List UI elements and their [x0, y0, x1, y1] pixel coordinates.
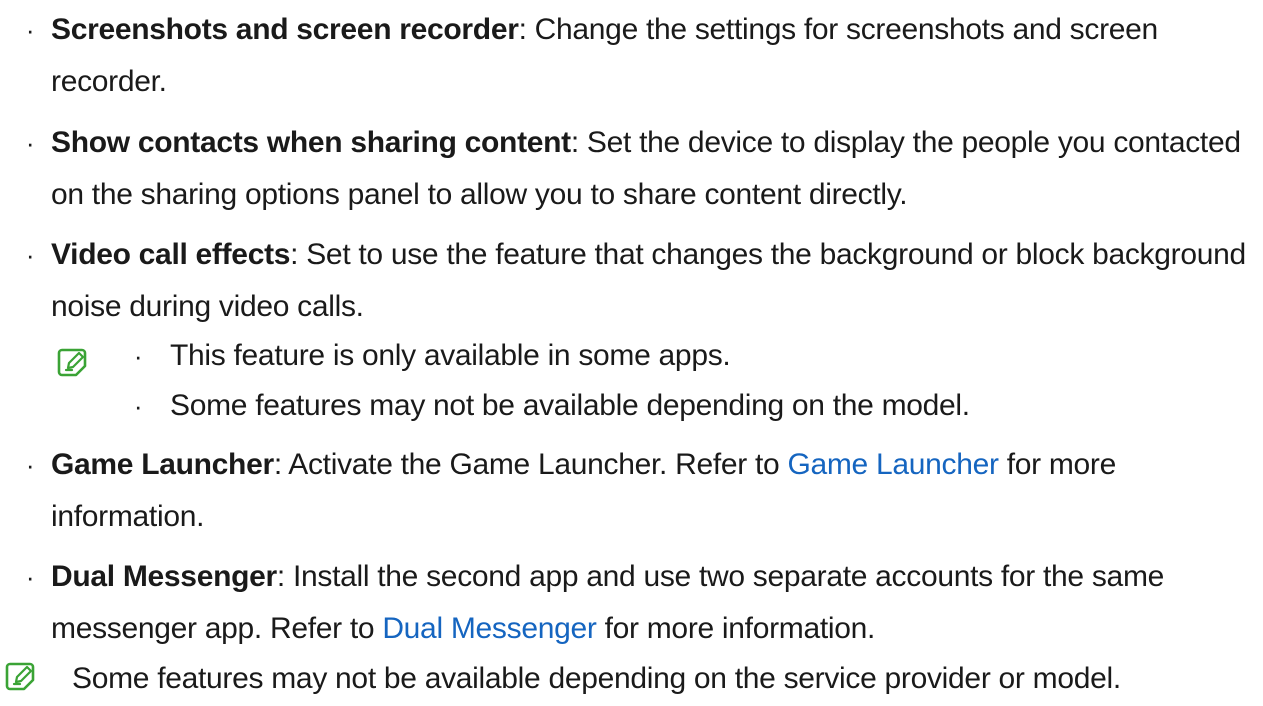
list-item-show-contacts: · Show contacts when sharing content: Se…	[20, 117, 1250, 221]
list-item-content: Dual Messenger: Install the second app a…	[51, 551, 1250, 655]
item-term: Screenshots and screen recorder	[51, 13, 519, 46]
list-item-screenshots: · Screenshots and screen recorder: Chang…	[20, 4, 1250, 108]
item-text: for more information.	[596, 612, 876, 645]
bullet: ·	[25, 240, 35, 270]
list-item-video-call-effects: · Video call effects: Set to use the fea…	[20, 229, 1250, 333]
list-item-dual-messenger: · Dual Messenger: Install the second app…	[20, 551, 1250, 655]
bullet: ·	[25, 15, 35, 45]
bullet: ·	[25, 128, 35, 158]
list-item-content: Screenshots and screen recorder: Change …	[51, 4, 1250, 108]
document-page: · Screenshots and screen recorder: Chang…	[0, 0, 1263, 706]
note-item-text: Some features may not be available depen…	[170, 389, 970, 422]
bullet: ·	[25, 562, 35, 592]
game-launcher-link[interactable]: Game Launcher	[787, 448, 999, 481]
list-item-game-launcher: · Game Launcher: Activate the Game Launc…	[20, 439, 1250, 543]
bullet: ·	[25, 450, 35, 480]
footnote-text: Some features may not be available depen…	[72, 662, 1121, 695]
note-list-item: · Some features may not be available dep…	[128, 380, 1228, 432]
note-item-text: This feature is only available in some a…	[170, 339, 731, 372]
note-icon	[4, 660, 36, 692]
item-term: Dual Messenger	[51, 560, 277, 593]
item-term: Video call effects	[51, 238, 291, 271]
bullet: ·	[133, 341, 143, 371]
note-icon	[56, 346, 88, 378]
item-term: Game Launcher	[51, 448, 274, 481]
list-item-content: Game Launcher: Activate the Game Launche…	[51, 439, 1250, 543]
list-item-content: Show contacts when sharing content: Set …	[51, 117, 1250, 221]
dual-messenger-link[interactable]: Dual Messenger	[382, 612, 597, 645]
bullet: ·	[133, 391, 143, 421]
item-text: : Activate the Game Launcher. Refer to	[273, 448, 788, 481]
item-term: Show contacts when sharing content	[51, 126, 571, 159]
list-item-content: Video call effects: Set to use the featu…	[51, 229, 1250, 333]
note-list-item: · This feature is only available in some…	[128, 330, 1228, 382]
